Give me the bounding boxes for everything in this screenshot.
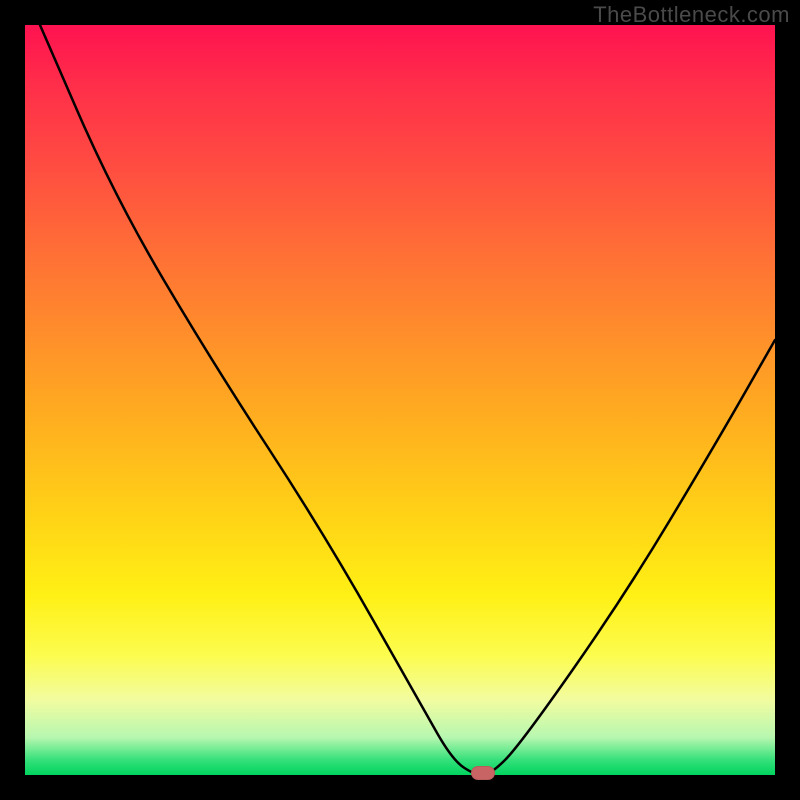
curve-svg xyxy=(25,25,775,775)
plot-area xyxy=(25,25,775,775)
bottleneck-curve-path xyxy=(40,25,775,775)
watermark-label: TheBottleneck.com xyxy=(593,2,790,28)
optimal-marker xyxy=(471,766,495,780)
chart-frame: TheBottleneck.com xyxy=(0,0,800,800)
